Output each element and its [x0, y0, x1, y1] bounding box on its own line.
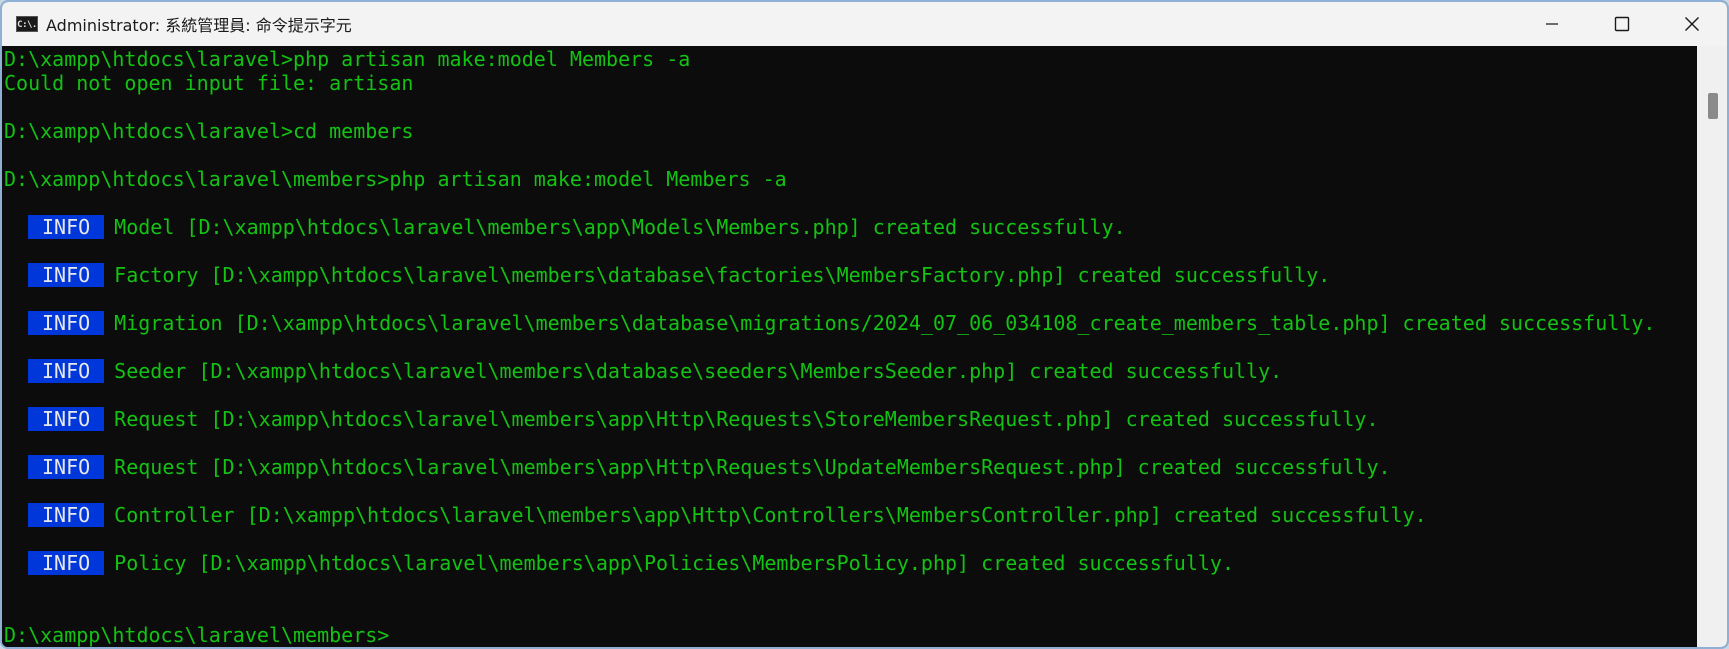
scrollbar-thumb[interactable]: [1708, 93, 1718, 119]
console-line: Could not open input file: artisan: [4, 71, 414, 95]
info-message: Model [D:\xampp\htdocs\laravel\members\a…: [114, 215, 1126, 239]
info-badge: INFO: [28, 311, 105, 335]
info-line: INFO Request [D:\xampp\htdocs\laravel\mem…: [4, 407, 1378, 431]
close-icon: [1685, 17, 1699, 31]
info-message: Request [D:\xampp\htdocs\laravel\members…: [114, 455, 1391, 479]
command-prompt-icon: C:\.: [16, 16, 38, 32]
info-line: INFO Model [D:\xampp\htdocs\laravel\membe…: [4, 215, 1126, 239]
minimize-icon: [1546, 23, 1558, 25]
command-prompt: D:\xampp\htdocs\laravel\members>: [4, 623, 390, 647]
info-badge: INFO: [28, 359, 105, 383]
info-line: INFO Seeder [D:\xampp\htdocs\laravel\memb…: [4, 359, 1282, 383]
vertical-scrollbar[interactable]: [1697, 46, 1727, 647]
maximize-button[interactable]: [1587, 2, 1657, 46]
info-badge: INFO: [28, 455, 105, 479]
maximize-icon: [1614, 16, 1630, 32]
info-line: INFO Migration [D:\xampp\htdocs\laravel\m…: [4, 311, 1655, 335]
info-line: INFO Policy [D:\xampp\htdocs\laravel\memb…: [4, 551, 1234, 575]
info-message: Migration [D:\xampp\htdocs\laravel\membe…: [114, 311, 1656, 335]
info-line: INFO Factory [D:\xampp\htdocs\laravel\mem…: [4, 263, 1330, 287]
close-button[interactable]: [1657, 2, 1727, 46]
console-line: D:\xampp\htdocs\laravel\members>php arti…: [4, 167, 787, 191]
info-message: Request [D:\xampp\htdocs\laravel\members…: [114, 407, 1379, 431]
window-controls: [1517, 2, 1727, 46]
console-output[interactable]: D:\xampp\htdocs\laravel>php artisan make…: [2, 46, 1699, 647]
command-prompt-window: C:\. Administrator: 系統管理員: 命令提示字元 D:\xam…: [0, 0, 1729, 649]
info-badge: INFO: [28, 551, 105, 575]
title-bar[interactable]: C:\. Administrator: 系統管理員: 命令提示字元: [2, 2, 1727, 46]
console-line: D:\xampp\htdocs\laravel>cd members: [4, 119, 414, 143]
info-badge: INFO: [28, 215, 105, 239]
console-line: D:\xampp\htdocs\laravel>php artisan make…: [4, 47, 691, 71]
info-message: Factory [D:\xampp\htdocs\laravel\members…: [114, 263, 1331, 287]
info-line: INFO Request [D:\xampp\htdocs\laravel\mem…: [4, 455, 1391, 479]
info-badge: INFO: [28, 407, 105, 431]
info-badge: INFO: [28, 263, 105, 287]
info-message: Seeder [D:\xampp\htdocs\laravel\members\…: [114, 359, 1283, 383]
info-message: Policy [D:\xampp\htdocs\laravel\members\…: [114, 551, 1234, 575]
info-line: INFO Controller [D:\xampp\htdocs\laravel\…: [4, 503, 1427, 527]
info-badge: INFO: [28, 503, 105, 527]
minimize-button[interactable]: [1517, 2, 1587, 46]
window-title: Administrator: 系統管理員: 命令提示字元: [46, 16, 352, 35]
info-message: Controller [D:\xampp\htdocs\laravel\memb…: [114, 503, 1427, 527]
